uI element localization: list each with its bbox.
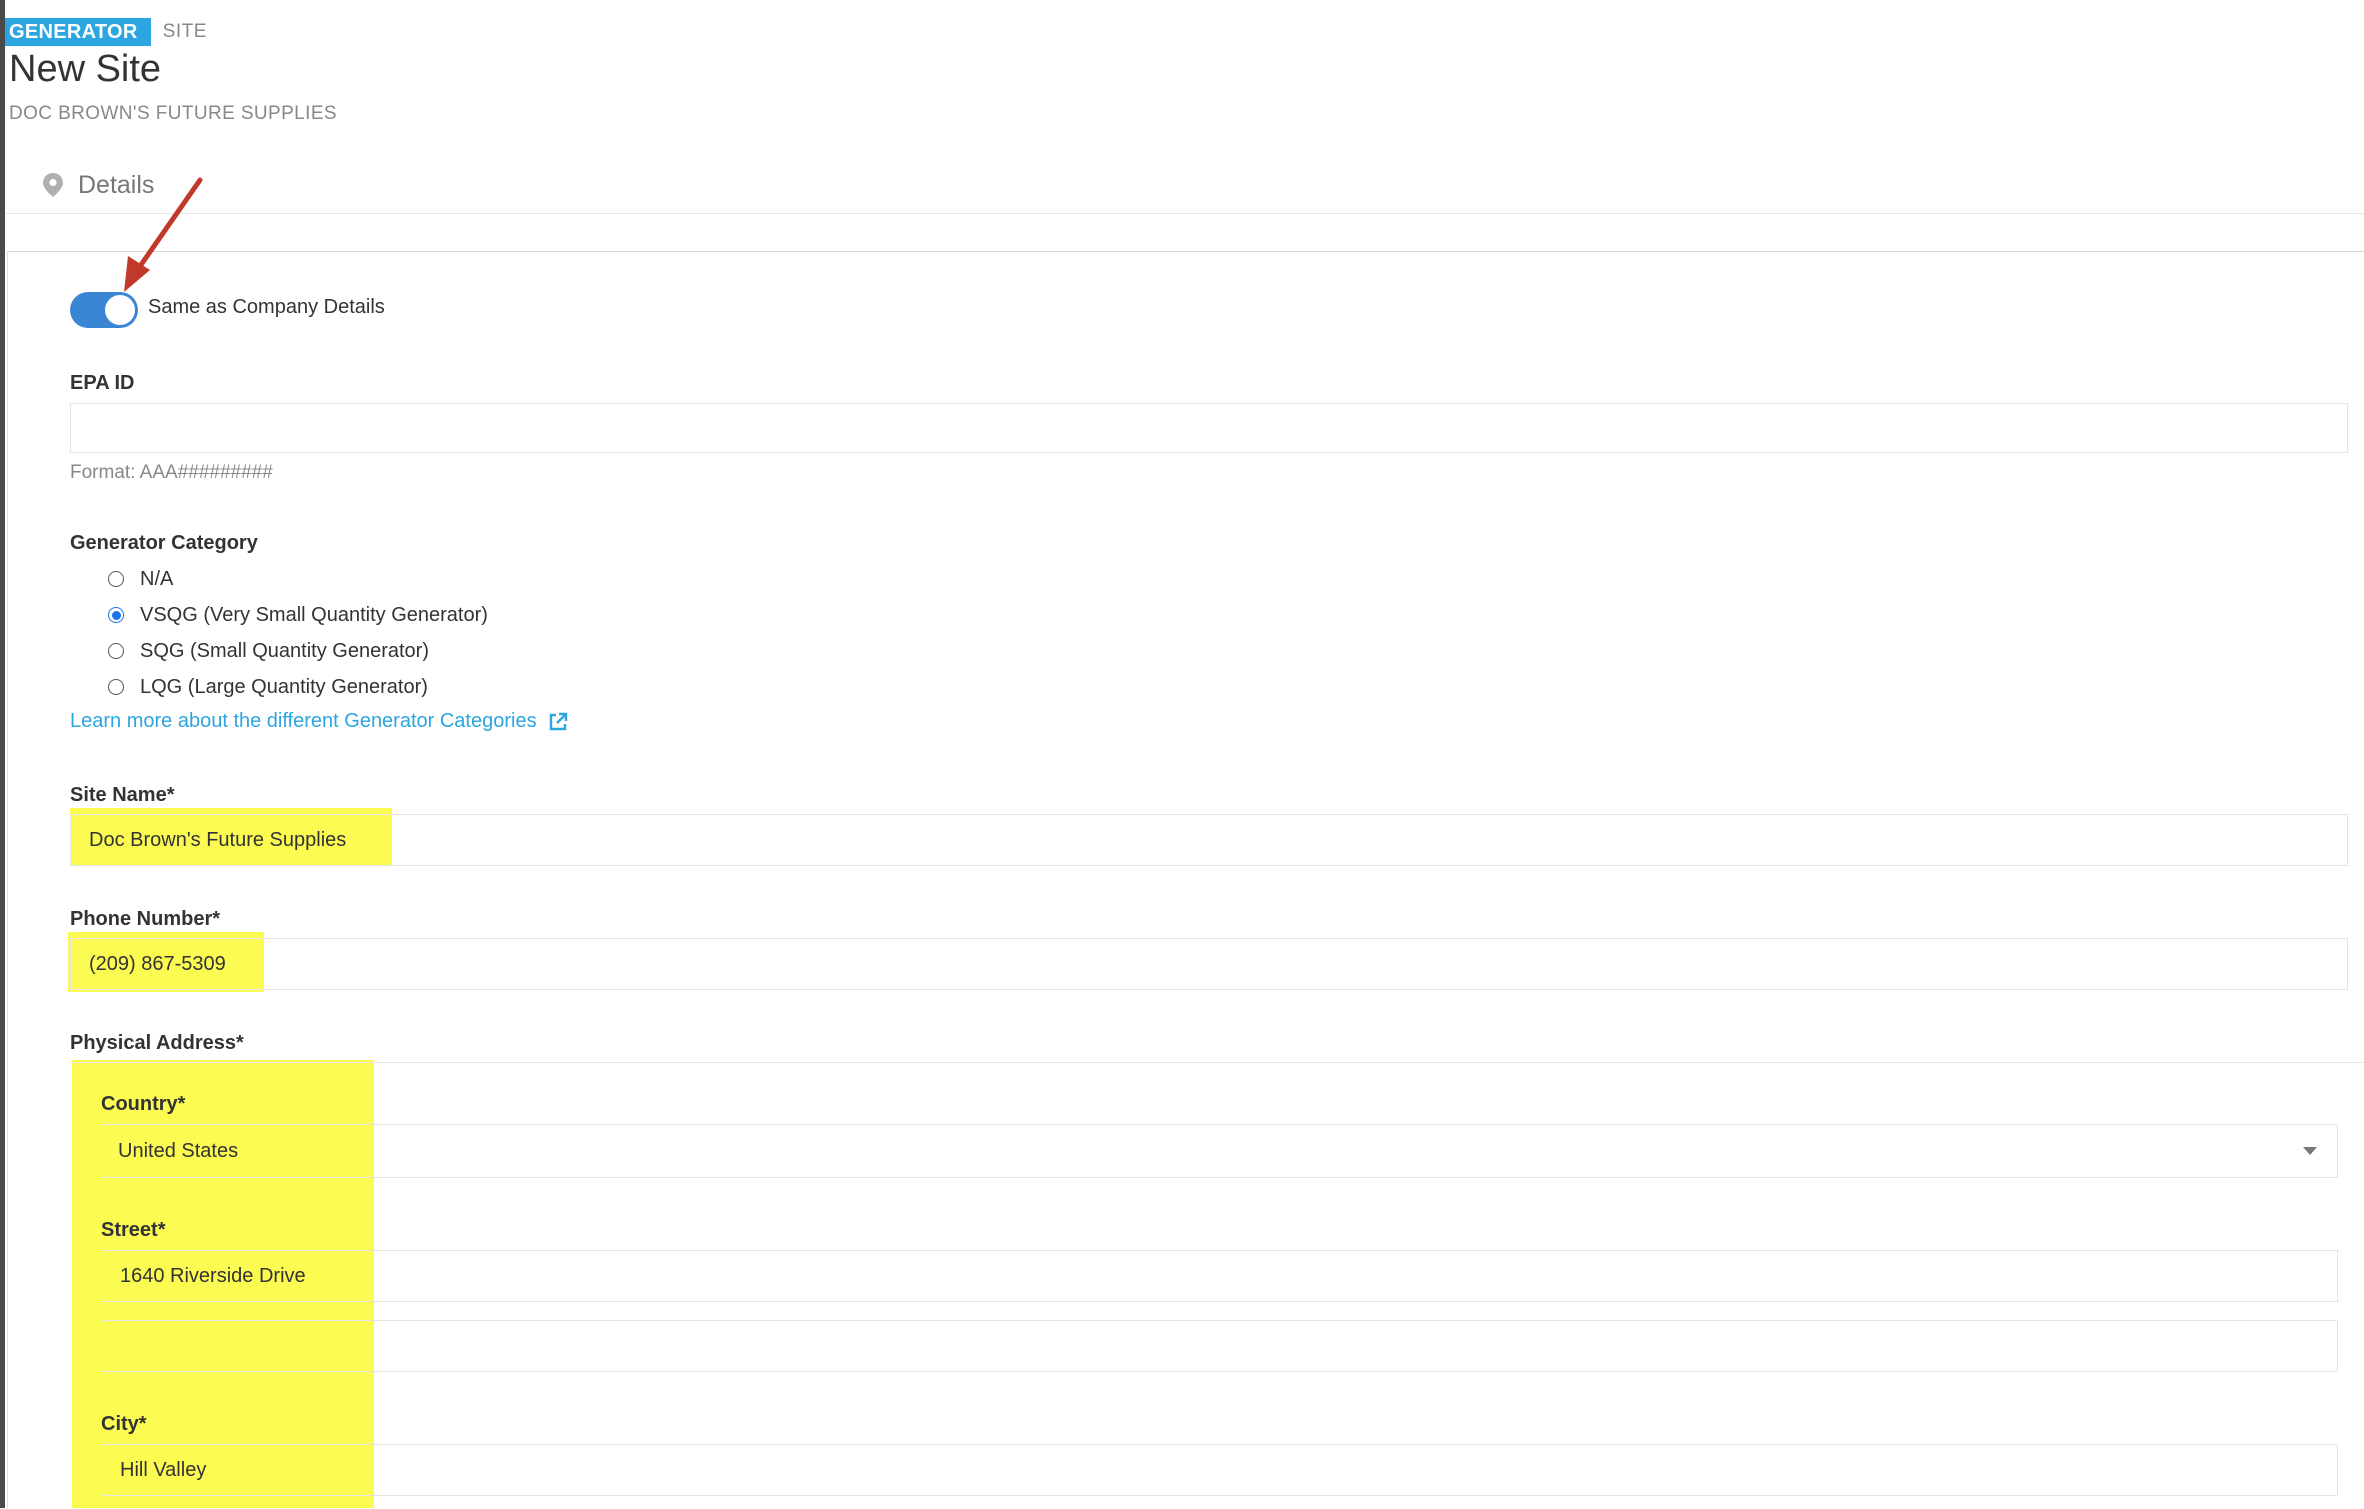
learn-more-link[interactable]: Learn more about the different Generator…: [70, 710, 569, 733]
radio-option-na[interactable]: N/A: [108, 564, 173, 594]
country-selected-value: United States: [118, 1139, 239, 1162]
radio-vsqg[interactable]: [108, 607, 124, 623]
address-section-divider: [70, 1062, 2364, 1063]
radio-vsqg-label: VSQG (Very Small Quantity Generator): [140, 603, 488, 626]
radio-na[interactable]: [108, 571, 124, 587]
epa-id-format-hint: Format: AAA#########: [70, 462, 273, 483]
city-input[interactable]: Hill Valley: [101, 1444, 2338, 1496]
radio-sqg-label: SQG (Small Quantity Generator): [140, 639, 429, 662]
phone-number-input[interactable]: (209) 867-5309: [70, 938, 2348, 990]
external-link-icon: [549, 712, 567, 730]
site-name-input[interactable]: Doc Brown's Future Supplies: [70, 814, 2348, 866]
street-line1-input[interactable]: 1640 Riverside Drive: [101, 1250, 2338, 1302]
tab-details[interactable]: Details: [42, 168, 154, 202]
radio-option-vsqg[interactable]: VSQG (Very Small Quantity Generator): [108, 600, 488, 630]
chevron-down-icon: [2303, 1147, 2317, 1155]
generator-category-label: Generator Category: [70, 532, 258, 554]
map-pin-icon: [43, 173, 63, 197]
city-label: City*: [101, 1413, 147, 1435]
country-select[interactable]: United States: [101, 1124, 2338, 1178]
breadcrumb: GENERATOR SITE: [5, 18, 207, 46]
radio-option-lqg[interactable]: LQG (Large Quantity Generator): [108, 672, 428, 702]
epa-id-label: EPA ID: [70, 372, 135, 394]
tab-details-label: Details: [78, 170, 155, 199]
page-subtitle: DOC BROWN'S FUTURE SUPPLIES: [9, 103, 337, 124]
radio-sqg[interactable]: [108, 643, 124, 659]
radio-na-label: N/A: [140, 567, 174, 590]
physical-address-label: Physical Address*: [70, 1032, 244, 1054]
phone-number-label: Phone Number*: [70, 908, 221, 930]
site-name-label: Site Name*: [70, 784, 175, 806]
street-label: Street*: [101, 1219, 166, 1241]
street-line2-input[interactable]: [101, 1320, 2338, 1372]
breadcrumb-site: SITE: [162, 21, 207, 42]
epa-id-input[interactable]: [70, 403, 2348, 453]
same-as-company-label: Same as Company Details: [148, 296, 385, 318]
radio-option-sqg[interactable]: SQG (Small Quantity Generator): [108, 636, 429, 666]
toggle-knob: [105, 295, 135, 325]
learn-more-text: Learn more about the different Generator…: [70, 710, 537, 732]
page-title: New Site: [9, 48, 162, 90]
tab-divider: [5, 213, 2364, 214]
country-label: Country*: [101, 1093, 186, 1115]
same-as-company-toggle[interactable]: [70, 292, 138, 328]
window-left-border: [0, 0, 5, 1508]
breadcrumb-generator[interactable]: GENERATOR: [5, 18, 151, 46]
radio-lqg-label: LQG (Large Quantity Generator): [140, 675, 428, 698]
radio-lqg[interactable]: [108, 679, 124, 695]
